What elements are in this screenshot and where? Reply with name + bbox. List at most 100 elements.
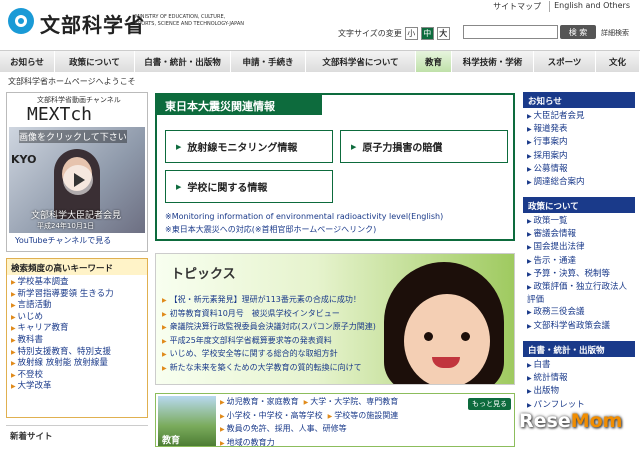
radiation-monitoring-button[interactable]: 放射線モニタリング情報 xyxy=(165,130,333,163)
header: 文部科学省 MINISTRY OF EDUCATION, CULTURE, SP… xyxy=(0,0,640,50)
keyword-link[interactable]: 新学習指導要領 生きる力 xyxy=(11,289,143,301)
mext-channel-title: MEXTch xyxy=(27,104,92,125)
keyword-link[interactable]: 大学改革 xyxy=(11,381,143,393)
greeting-text: 文部科学省ホームページへようこそ xyxy=(8,76,136,87)
education-links: 幼児教育・家庭教育 大学・大学院、専門教育 小学校・中学校・高等学校 学校等の施… xyxy=(220,396,510,450)
nav-policy[interactable]: 政策について xyxy=(55,51,135,72)
nuclear-damage-button[interactable]: 原子力損害の賠償 xyxy=(340,130,508,163)
child-photo-face xyxy=(404,294,490,385)
video-instruction: 画像をクリックして下さい xyxy=(19,130,127,143)
education-row: 幼児教育・家庭教育 大学・大学院、専門教育 xyxy=(220,396,510,410)
mext-logo-icon[interactable] xyxy=(6,6,36,36)
play-icon[interactable] xyxy=(63,165,93,195)
news-link[interactable]: 報道発表 xyxy=(527,123,631,136)
monitoring-english-link[interactable]: ※Monitoring information of environmental… xyxy=(165,212,443,221)
video-thumbnail[interactable]: 画像をクリックして下さい KYO 文部科学大臣記者会見 平成24年10月1日 xyxy=(9,127,145,233)
logo-subtitle: MINISTRY OF EDUCATION, CULTURE, SPORTS, … xyxy=(135,14,245,28)
topic-link[interactable]: 衆議院決算行政監視委員会決議対応(スパコン原子力関連) xyxy=(162,321,376,335)
more-button[interactable]: もっと見る xyxy=(468,398,511,410)
education-link[interactable]: 大学・大学院、専門教育 xyxy=(304,396,399,410)
policy-link[interactable]: 国会提出法律 xyxy=(527,241,631,254)
policy-link[interactable]: 審議会情報 xyxy=(527,228,631,241)
education-link[interactable]: 学校等の施設関連 xyxy=(328,410,399,424)
topic-link[interactable]: 新たな未来を築くための大学教育の質的転換に向けて xyxy=(162,362,376,376)
right-news: お知らせ 大臣記者会見 報道発表 行事案内 採用案内 公募情報 調達総合案内 xyxy=(523,92,635,191)
nav-science[interactable]: 科学技術・学術 xyxy=(452,51,534,72)
education-photo[interactable]: 教育 xyxy=(158,396,216,446)
news-link[interactable]: 採用案内 xyxy=(527,150,631,163)
education-row: 教員の免許、採用、人事、研修等 xyxy=(220,423,510,437)
white-papers-link[interactable]: 統計情報 xyxy=(527,372,631,385)
news-link[interactable]: 公募情報 xyxy=(527,163,631,176)
font-size-large-button[interactable]: 大 xyxy=(437,27,450,40)
policy-link[interactable]: 告示・通達 xyxy=(527,255,631,268)
nav-sports[interactable]: スポーツ xyxy=(534,51,596,72)
keyword-link[interactable]: 教科書 xyxy=(11,335,143,347)
keyword-link[interactable]: 学校基本調査 xyxy=(11,277,143,289)
policy-link[interactable]: 政務三役会議 xyxy=(527,306,631,319)
education-link[interactable]: 小学校・中学校・高等学校 xyxy=(220,410,323,424)
education-link[interactable]: 地域の教育力 xyxy=(220,437,275,450)
video-date: 平成24年10月1日 xyxy=(37,221,94,231)
education-row: 地域の教育力 xyxy=(220,437,510,450)
kantei-link[interactable]: ※東日本大震災への対応(※首相官邸ホームページへリンク) xyxy=(165,224,376,235)
keywords-list: 学校基本調査 新学習指導要領 生きる力 言語活動 いじめ キャリア教育 教科書 … xyxy=(7,275,147,395)
youtube-link[interactable]: YouTubeチャンネルで見る xyxy=(15,235,111,246)
sitemap-link[interactable]: サイトマップ xyxy=(489,1,545,12)
keyword-link[interactable]: いじめ xyxy=(11,312,143,324)
advanced-search-link[interactable]: 詳細検索 xyxy=(601,28,629,38)
policy-link[interactable]: 文部科学省政策会議 xyxy=(527,320,631,333)
search-input[interactable] xyxy=(463,25,558,39)
policy-link[interactable]: 政策一覧 xyxy=(527,215,631,228)
font-size-label: 文字サイズの変更 xyxy=(338,28,402,39)
school-info-button[interactable]: 学校に関する情報 xyxy=(165,170,333,203)
nav-about[interactable]: 文部科学省について xyxy=(306,51,416,72)
topics-box: トピックス 【祝・新元素発見】理研が113番元素の合成に成功！ 初等教育資料10… xyxy=(155,253,515,385)
policy-link[interactable]: 政策評価・独立行政法人評価 xyxy=(527,281,631,306)
font-size-small-button[interactable]: 小 xyxy=(405,27,418,40)
policy-link[interactable]: 予算・決算、税制等 xyxy=(527,268,631,281)
video-backdrop-text: KYO xyxy=(11,153,36,166)
font-size-medium-button[interactable]: 中 xyxy=(421,27,434,40)
earthquake-title: 東日本大震災関連情報 xyxy=(157,95,322,115)
education-link[interactable]: 幼児教育・家庭教育 xyxy=(220,396,299,410)
new-sites-title: 新着サイト xyxy=(6,425,148,443)
topic-link[interactable]: 初等教育資料10月号 被災県学校インタビュー xyxy=(162,308,376,322)
news-title: お知らせ xyxy=(523,92,635,108)
right-white-papers: 白書・統計・出版物 白書 統計情報 出版物 パンフレット xyxy=(523,341,635,414)
topic-link[interactable]: いじめ、学校安全等に関する総合的な取組方針 xyxy=(162,348,376,362)
search-button[interactable]: 検 索 xyxy=(560,25,596,39)
news-list: 大臣記者会見 報道発表 行事案内 採用案内 公募情報 調達総合案内 xyxy=(523,108,635,191)
nav-culture[interactable]: 文化 xyxy=(596,51,640,72)
watermark-part: Mom xyxy=(571,410,623,432)
font-size-switcher: 文字サイズの変更 小 中 大 xyxy=(338,27,450,40)
nav-education[interactable]: 教育 xyxy=(416,51,452,72)
nav-white-papers[interactable]: 白書・統計・出版物 xyxy=(135,51,231,72)
nav-applications[interactable]: 申請・手続き xyxy=(231,51,306,72)
english-link[interactable]: English and Others xyxy=(549,1,634,12)
logo-title[interactable]: 文部科学省 xyxy=(40,9,145,38)
white-papers-link[interactable]: 白書 xyxy=(527,359,631,372)
mext-channel-box: 文部科学省動画チャンネル MEXTch 画像をクリックして下さい KYO 文部科… xyxy=(6,92,148,252)
keyword-link[interactable]: 不登校 xyxy=(11,370,143,382)
topic-link[interactable]: 【祝・新元素発見】理研が113番元素の合成に成功！ xyxy=(162,294,376,308)
keyword-link[interactable]: 放射線 放射能 放射線量 xyxy=(11,358,143,370)
news-link[interactable]: 調達総合案内 xyxy=(527,176,631,189)
keyword-link[interactable]: キャリア教育 xyxy=(11,323,143,335)
keyword-link[interactable]: 言語活動 xyxy=(11,300,143,312)
topic-link[interactable]: 平成25年度文部科学省概算要求等の発表資料 xyxy=(162,335,376,349)
news-link[interactable]: 大臣記者会見 xyxy=(527,110,631,123)
child-eye xyxy=(461,332,470,341)
topics-title: トピックス xyxy=(171,263,236,282)
keyword-link[interactable]: 特別支援教育、特別支援 xyxy=(11,347,143,359)
education-link[interactable]: 教員の免許、採用、人事、研修等 xyxy=(220,423,347,437)
white-papers-title: 白書・統計・出版物 xyxy=(523,341,635,357)
top-links: サイトマップ English and Others xyxy=(489,1,634,12)
nav-news[interactable]: お知らせ xyxy=(0,51,55,72)
topics-list: 【祝・新元素発見】理研が113番元素の合成に成功！ 初等教育資料10月号 被災県… xyxy=(162,294,376,376)
white-papers-link[interactable]: 出版物 xyxy=(527,385,631,398)
earthquake-info-box: 東日本大震災関連情報 放射線モニタリング情報 原子力損害の賠償 学校に関する情報… xyxy=(155,93,515,241)
keywords-title: 検索頻度の高いキーワード xyxy=(7,259,147,275)
global-nav: お知らせ 政策について 白書・統計・出版物 申請・手続き 文部科学省について 教… xyxy=(0,50,640,72)
news-link[interactable]: 行事案内 xyxy=(527,136,631,149)
